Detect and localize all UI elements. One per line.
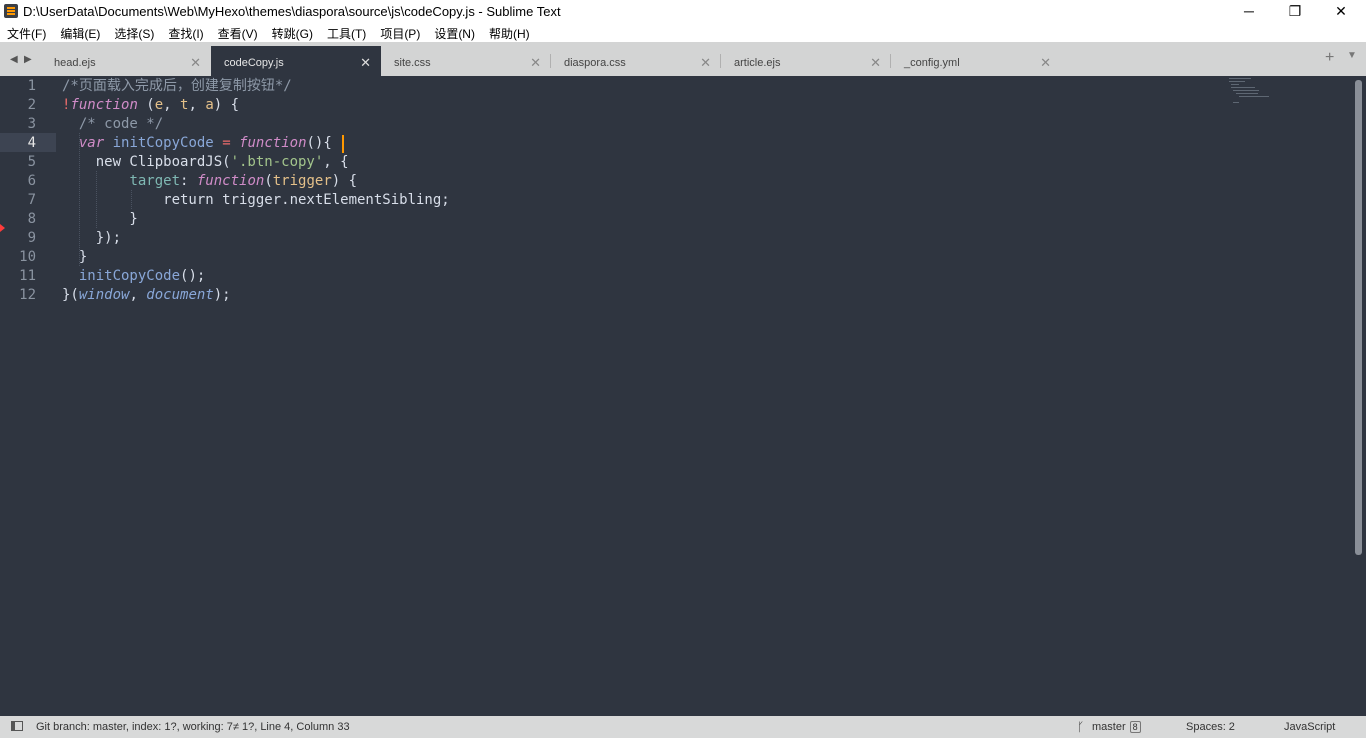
menu-file[interactable]: 文件(F) <box>0 22 53 42</box>
tab-label: codeCopy.js <box>224 57 284 69</box>
tab-close-icon[interactable]: ✕ <box>870 55 881 71</box>
line-number: 5 <box>27 154 36 170</box>
minimap-line <box>1239 96 1269 97</box>
minimap-line <box>1236 93 1258 94</box>
minimap[interactable] <box>1225 76 1275 106</box>
status-bar: Git branch: master, index: 1?, working: … <box>0 716 1366 738</box>
branch-count-badge: 8 <box>1129 721 1141 733</box>
tab-scroll-left-icon[interactable]: ◀ <box>10 54 18 65</box>
line-number: 9 <box>27 230 36 246</box>
tab-close-icon[interactable]: ✕ <box>700 55 711 71</box>
menu-edit[interactable]: 编辑(E) <box>53 22 107 42</box>
code-line-3: /* code */ <box>62 116 164 132</box>
code-editor[interactable]: 1 2 3 4 5 6 7 8 9 10 11 12 /*页面载入完成后，创建复… <box>0 76 1366 716</box>
line-number: 3 <box>27 116 36 132</box>
minimap-line <box>1231 87 1255 88</box>
code-line-6: target: function(trigger) { <box>129 173 358 189</box>
tab-close-icon[interactable]: ✕ <box>530 55 541 71</box>
menu-project[interactable]: 项目(P) <box>373 22 427 42</box>
syntax-selector[interactable]: JavaScript <box>1284 721 1335 733</box>
tab-label: article.ejs <box>734 57 781 69</box>
tab-label: head.ejs <box>54 57 96 69</box>
menu-goto[interactable]: 转跳(G) <box>265 22 320 42</box>
menu-view[interactable]: 查看(V) <box>211 22 265 42</box>
code-line-2: !function (e, t, a) { <box>62 97 240 113</box>
modified-line-marker <box>0 224 5 232</box>
indentation-setting[interactable]: Spaces: 2 <box>1186 721 1235 733</box>
tab-close-icon[interactable]: ✕ <box>360 55 371 71</box>
code-line-1: /*页面载入完成后，创建复制按钮*/ <box>62 78 292 94</box>
line-number: 10 <box>19 249 36 265</box>
menu-tools[interactable]: 工具(T) <box>320 22 373 42</box>
toggle-panel-icon[interactable] <box>11 721 23 731</box>
git-branch-icon: ᚴ <box>1077 720 1085 734</box>
menu-bar: 文件(F) 编辑(E) 选择(S) 查找(I) 查看(V) 转跳(G) 工具(T… <box>0 22 1366 42</box>
code-line-8: } <box>62 211 138 227</box>
git-branch-name: master <box>1092 721 1126 733</box>
minimap-line <box>1233 90 1259 91</box>
tab-codecopy-js[interactable]: codeCopy.js ✕ <box>211 46 381 76</box>
line-number: 8 <box>27 211 36 227</box>
code-line-4: var initCopyCode = function(){ <box>78 135 332 151</box>
tab-label: site.css <box>394 57 431 69</box>
tab-article-ejs[interactable]: article.ejs ✕ <box>721 46 891 76</box>
minimap-line <box>1229 81 1245 82</box>
title-bar: D:\UserData\Documents\Web\MyHexo\themes\… <box>0 0 1366 22</box>
window-title: D:\UserData\Documents\Web\MyHexo\themes\… <box>23 4 561 19</box>
code-line-12: }(window, document); <box>62 287 231 303</box>
line-number-current: 4 <box>27 135 36 151</box>
line-number: 2 <box>27 97 36 113</box>
menu-find[interactable]: 查找(I) <box>161 22 210 42</box>
tab-head-ejs[interactable]: head.ejs ✕ <box>41 46 211 76</box>
git-status-text: Git branch: master, index: 1?, working: … <box>36 721 350 733</box>
line-number: 1 <box>27 78 36 94</box>
git-branch[interactable]: master 8 <box>1092 721 1141 733</box>
tab-site-css[interactable]: site.css ✕ <box>381 46 551 76</box>
tab-scroll-right-icon[interactable]: ▶ <box>24 54 32 65</box>
tab-label: _config.yml <box>904 57 960 69</box>
menu-selection[interactable]: 选择(S) <box>107 22 161 42</box>
line-number: 7 <box>27 192 36 208</box>
line-number: 11 <box>19 268 36 284</box>
new-tab-plus-icon[interactable]: + <box>1325 49 1334 67</box>
tab-close-icon[interactable]: ✕ <box>190 55 201 71</box>
tab-diaspora-css[interactable]: diaspora.css ✕ <box>551 46 721 76</box>
tab-config-yml[interactable]: _config.yml ✕ <box>891 46 1061 76</box>
tab-label: diaspora.css <box>564 57 626 69</box>
code-line-9: }); <box>62 230 122 246</box>
text-caret <box>342 135 344 153</box>
tab-list-chevron-down-icon[interactable]: ▼ <box>1347 50 1357 61</box>
code-line-11: initCopyCode(); <box>78 268 206 284</box>
minimap-line <box>1231 84 1239 85</box>
tab-bar: ◀ ▶ head.ejs ✕ codeCopy.js ✕ site.css ✕ … <box>0 42 1366 76</box>
code-line-10: } <box>62 249 88 265</box>
code-line-5: new ClipboardJS('.btn-copy', { <box>62 154 349 170</box>
minimap-line <box>1233 102 1239 103</box>
sublime-app-icon <box>4 4 18 18</box>
line-number: 12 <box>19 287 36 303</box>
menu-help[interactable]: 帮助(H) <box>482 22 537 42</box>
restore-button[interactable]: ❐ <box>1272 0 1318 22</box>
vertical-scrollbar[interactable] <box>1355 80 1362 555</box>
code-line-7: return trigger.nextElementSibling; <box>62 192 450 208</box>
menu-preferences[interactable]: 设置(N) <box>427 22 482 42</box>
tab-close-icon[interactable]: ✕ <box>1040 55 1051 71</box>
minimap-line <box>1229 78 1251 79</box>
minimize-button[interactable]: ─ <box>1226 0 1272 22</box>
line-number: 6 <box>27 173 36 189</box>
close-window-button[interactable]: ✕ <box>1318 0 1364 22</box>
